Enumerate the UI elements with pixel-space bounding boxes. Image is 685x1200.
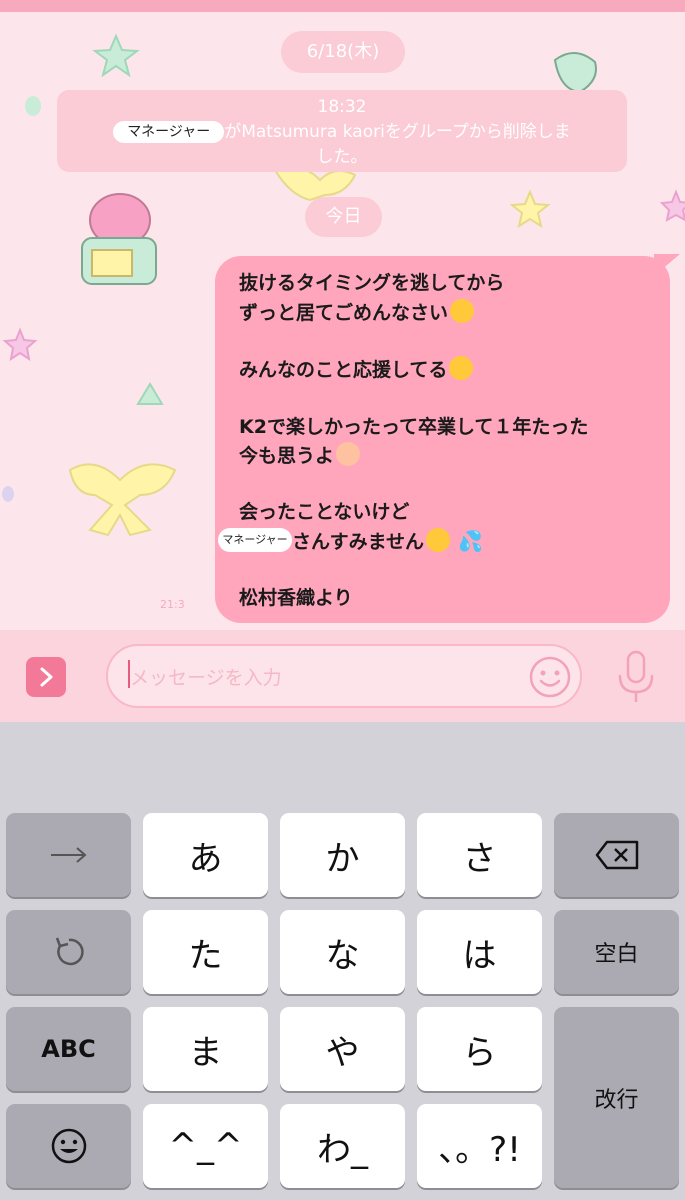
key-a[interactable]: あ [143, 813, 268, 897]
message-text: みんなのこと応援してる [239, 359, 448, 381]
key-backspace[interactable] [554, 813, 679, 897]
pleading-face-icon [449, 356, 474, 380]
key-emoji[interactable] [6, 1104, 131, 1188]
today-pill: 今日 [305, 197, 382, 237]
key-ta[interactable]: た [143, 910, 268, 994]
message-text: さんすみません [292, 531, 425, 553]
date-pill: 6/18(木) [281, 31, 405, 73]
message-time: 21:3 [160, 598, 185, 611]
censored-name-inline: マネージャー [218, 528, 292, 552]
star-icon [509, 189, 551, 229]
microphone-icon[interactable] [612, 648, 660, 706]
message-text: 今も思うよ [239, 445, 335, 467]
key-ka[interactable]: か [280, 813, 405, 897]
message-line: 今も思うよ [239, 441, 361, 468]
key-space[interactable]: 空白 [554, 910, 679, 994]
expand-menu-button[interactable] [26, 657, 66, 697]
star-icon [659, 189, 685, 222]
emoji-keyboard-icon [51, 1128, 86, 1164]
disappointed-face-icon [426, 528, 451, 552]
notice-line-1: マネージャー がMatsumura kaoriをグループから削除しま [57, 120, 627, 145]
ribbon-icon [68, 463, 177, 537]
triangle-shape [136, 382, 164, 405]
key-ya[interactable]: や [280, 1007, 405, 1091]
character-icon [81, 193, 157, 285]
backspace-icon [595, 840, 638, 870]
key-punctuation[interactable]: 、。?! [417, 1104, 542, 1188]
emoji-button[interactable] [527, 654, 573, 700]
key-ha[interactable]: は [417, 910, 542, 994]
message-line: 抜けるタイミングを逃してから [239, 272, 505, 294]
key-ma[interactable]: ま [143, 1007, 268, 1091]
key-abc[interactable]: ABC [6, 1007, 131, 1091]
candy-icon [553, 52, 597, 94]
system-notice: 18:32 マネージャー がMatsumura kaoriをグループから削除しま … [57, 90, 627, 172]
key-sa[interactable]: さ [417, 813, 542, 897]
message-line: 会ったことないけど [239, 501, 410, 523]
star-icon [2, 327, 38, 362]
message-line: K2で楽しかったって卒業して１年たった [239, 416, 589, 438]
key-arrow-right[interactable] [6, 813, 131, 897]
smiling-face-with-hearts-icon [336, 442, 361, 466]
key-return[interactable]: 改行 [554, 1007, 679, 1188]
message-line: ずっと居てごめんなさい [239, 298, 475, 325]
notice-text-2: した。 [316, 147, 368, 167]
sweat-droplets-icon: 💦 [458, 529, 483, 553]
chat-area[interactable]: 6/18(木) 18:32 マネージャー がMatsumura kaoriをグルー… [0, 0, 685, 630]
message-line: 松村香織より [239, 587, 353, 609]
crying-face-icon [450, 299, 475, 323]
key-kaomoji[interactable]: ^_^ [143, 1104, 268, 1188]
key-wa[interactable]: わ_ [280, 1104, 405, 1188]
key-na[interactable]: な [280, 910, 405, 994]
undo-icon [55, 937, 84, 966]
message-text: ずっと居てごめんなさい [239, 302, 449, 324]
notice-time: 18:32 [317, 97, 367, 117]
key-undo[interactable] [6, 910, 131, 994]
notice-text-1: がMatsumura kaoriをグループから削除しま [224, 122, 571, 142]
key-ra[interactable]: ら [417, 1007, 542, 1091]
input-placeholder: メッセージを入力 [130, 667, 282, 689]
star-icon [92, 33, 140, 78]
dot-shape [25, 96, 41, 116]
message-line: みんなのこと応援してる [239, 355, 474, 382]
arrow-right-icon [50, 847, 87, 863]
chevron-right-icon [40, 667, 53, 687]
censored-name: マネージャー [113, 121, 225, 143]
dot-shape [2, 486, 14, 502]
message-line: さんすみません 💦 [292, 527, 483, 554]
